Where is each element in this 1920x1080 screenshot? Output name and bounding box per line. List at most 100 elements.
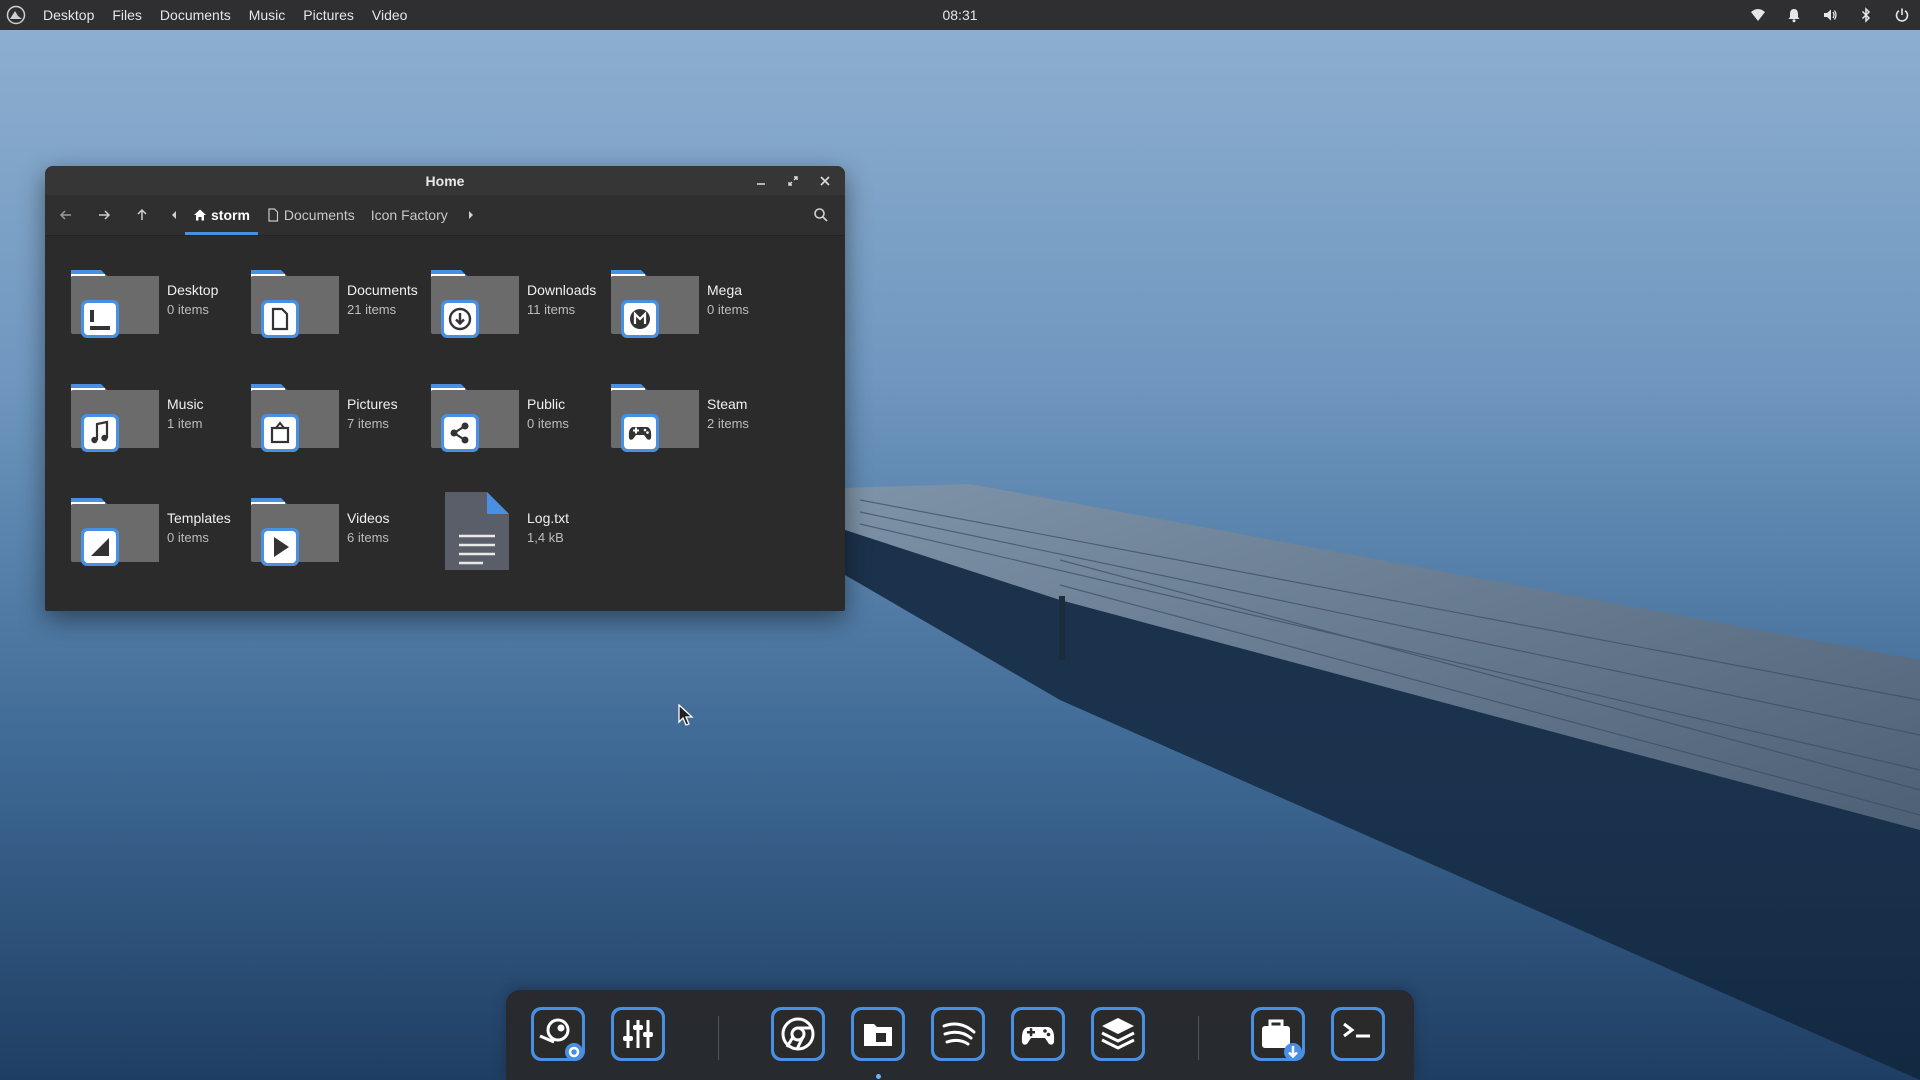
text-file-icon (445, 492, 509, 570)
panel-menu: Desktop Files Documents Music Pictures V… (34, 0, 416, 30)
search-icon (814, 208, 828, 222)
item-name: Pictures (347, 396, 398, 412)
pictures-folder-icon (251, 384, 339, 452)
document-icon (268, 208, 279, 222)
breadcrumb-storm[interactable]: storm (185, 195, 258, 235)
layers-icon (1091, 1007, 1145, 1061)
distro-logo-icon[interactable] (6, 5, 26, 25)
wifi-icon[interactable] (1750, 7, 1766, 23)
public-folder-icon (431, 384, 519, 452)
gamepad-icon (1011, 1007, 1065, 1061)
folder-downloads[interactable]: Downloads 11 items (405, 252, 596, 342)
terminal-icon (1331, 1007, 1385, 1061)
menu-files[interactable]: Files (103, 7, 151, 23)
chrome-icon (771, 1007, 825, 1061)
system-tray (1750, 0, 1910, 30)
folder-public[interactable]: Public 0 items (405, 366, 585, 456)
maximize-button[interactable] (781, 170, 805, 192)
folder-mega[interactable]: Mega 0 items (585, 252, 765, 342)
documents-folder-icon (251, 270, 339, 338)
arrow-right-icon (99, 210, 111, 220)
forward-button[interactable] (87, 199, 121, 231)
item-count: 1 item (167, 416, 203, 431)
dock-files[interactable] (850, 1006, 906, 1064)
maximize-icon (788, 175, 798, 186)
file-manager-window: Home storm Documents Icon Factory Deskto… (45, 166, 845, 611)
caret-left-icon (172, 211, 176, 219)
item-name: Videos (347, 510, 390, 526)
minimize-icon (757, 182, 765, 185)
folder-videos[interactable]: Videos 6 items (225, 480, 405, 570)
item-count: 0 items (707, 302, 749, 317)
breadcrumb-icon-factory[interactable]: Icon Factory (363, 195, 456, 235)
music-folder-icon (71, 384, 159, 452)
menu-desktop[interactable]: Desktop (34, 7, 103, 23)
breadcrumb-scroll-right[interactable] (460, 199, 482, 231)
dock-separator (718, 1016, 719, 1060)
item-name: Music (167, 396, 204, 412)
home-icon (194, 209, 206, 221)
panel-clock[interactable]: 08:31 (942, 7, 977, 23)
downloads-folder-icon (431, 270, 519, 338)
folder-steam[interactable]: Steam 2 items (585, 366, 765, 456)
item-count: 7 items (347, 416, 389, 431)
desktop-folder-icon (71, 270, 159, 338)
menu-music[interactable]: Music (240, 7, 295, 23)
close-button[interactable] (813, 170, 837, 192)
toolbar: storm Documents Icon Factory (45, 195, 845, 236)
file-log-txt[interactable]: Log.txt 1,4 kB (405, 480, 585, 570)
bell-icon[interactable] (1786, 7, 1802, 23)
item-count: 0 items (167, 530, 209, 545)
package-installer-icon (1251, 1007, 1305, 1061)
dock-terminal[interactable] (1330, 1006, 1386, 1064)
minimize-button[interactable] (749, 170, 773, 192)
bluetooth-icon[interactable] (1858, 7, 1874, 23)
dock-steam-settings[interactable] (530, 1006, 586, 1064)
caret-right-icon (468, 211, 473, 219)
dock-mixer[interactable] (610, 1006, 666, 1064)
back-button[interactable] (49, 199, 83, 231)
breadcrumb-scroll-left[interactable] (163, 199, 185, 231)
menu-video[interactable]: Video (363, 7, 417, 23)
item-name: Public (527, 396, 566, 412)
mouse-cursor-icon (678, 704, 694, 726)
close-icon (820, 175, 830, 186)
file-grid: Desktop 0 items Documents 21 items Downl… (45, 236, 845, 611)
files-icon (851, 1007, 905, 1061)
power-icon[interactable] (1894, 7, 1910, 23)
mixer-icon (611, 1007, 665, 1061)
running-indicator (876, 1074, 881, 1079)
videos-folder-icon (251, 498, 339, 566)
item-count: 1,4 kB (527, 530, 564, 545)
dock-spotify[interactable] (930, 1006, 986, 1064)
item-name: Steam (707, 396, 748, 412)
folder-documents[interactable]: Documents 21 items (225, 252, 418, 342)
item-count: 11 items (527, 302, 576, 317)
item-name: Mega (707, 282, 743, 298)
window-titlebar[interactable]: Home (45, 166, 845, 195)
folder-desktop[interactable]: Desktop 0 items (45, 252, 225, 342)
folder-templates[interactable]: Templates 0 items (45, 480, 231, 570)
dock (506, 990, 1414, 1080)
up-button[interactable] (125, 199, 159, 231)
window-title: Home (425, 172, 465, 189)
menu-pictures[interactable]: Pictures (294, 7, 363, 23)
item-name: Desktop (167, 282, 219, 298)
volume-icon[interactable] (1822, 7, 1838, 23)
item-count: 0 items (167, 302, 209, 317)
dock-chrome[interactable] (770, 1006, 826, 1064)
arrow-up-icon (137, 208, 147, 220)
breadcrumb-documents[interactable]: Documents (258, 195, 363, 235)
item-count: 2 items (707, 416, 749, 431)
item-name: Templates (167, 510, 231, 526)
spotify-icon (931, 1007, 985, 1061)
menu-documents[interactable]: Documents (151, 7, 240, 23)
folder-pictures[interactable]: Pictures 7 items (225, 366, 405, 456)
folder-music[interactable]: Music 1 item (45, 366, 225, 456)
dock-layers[interactable] (1090, 1006, 1146, 1064)
item-count: 0 items (527, 416, 569, 431)
steam-settings-icon (531, 1007, 585, 1061)
dock-games[interactable] (1010, 1006, 1066, 1064)
dock-package-installer[interactable] (1250, 1006, 1306, 1064)
search-button[interactable] (805, 199, 837, 231)
